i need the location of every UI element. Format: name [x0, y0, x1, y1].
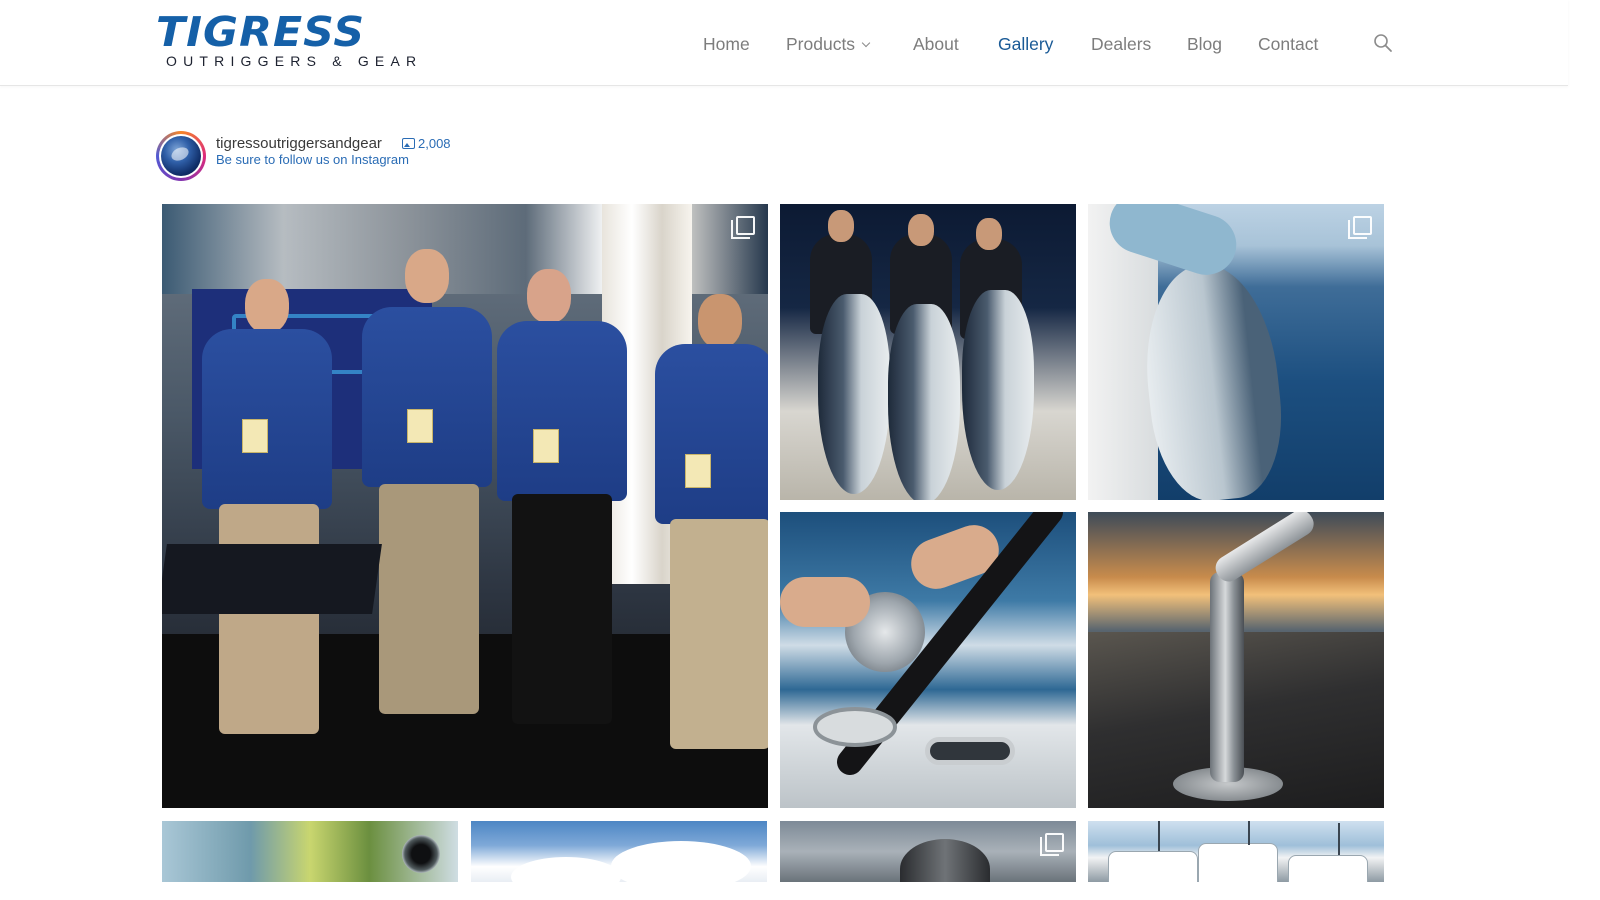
nav-gallery[interactable]: Gallery: [998, 32, 1053, 56]
avatar[interactable]: [156, 131, 206, 181]
tile-image-dome: [900, 839, 990, 882]
tile-image-tip: [1211, 512, 1319, 587]
gallery-tile-marlin[interactable]: [1088, 204, 1384, 500]
carousel-icon: [731, 216, 755, 240]
tile-fish: [818, 294, 890, 494]
gallery-tile-tuna[interactable]: [780, 204, 1076, 500]
nav-products-label: Products: [786, 34, 856, 54]
site-header: TIGRESS OUTRIGGERS & GEAR Home Products …: [0, 0, 1568, 86]
tile-face: [828, 210, 854, 242]
post-count: 2,008: [402, 136, 451, 152]
tile-image-rod: [813, 512, 1063, 775]
tile-face: [976, 218, 1002, 250]
tile-image-boat: [1288, 855, 1368, 882]
tile-image-mast: [1248, 821, 1250, 845]
nav-home[interactable]: Home: [703, 32, 750, 56]
tile-image-table: [162, 544, 382, 614]
tile-image-cloud: [511, 857, 621, 882]
gallery-tile-rod-holder[interactable]: [780, 512, 1076, 808]
gallery-tile-sunset-deck[interactable]: [1088, 512, 1384, 808]
follow-link[interactable]: Be sure to follow us on Instagram: [216, 152, 409, 168]
gallery-tile-sky[interactable]: [471, 821, 767, 882]
tile-face: [908, 214, 934, 246]
nav-dealers[interactable]: Dealers: [1091, 32, 1151, 56]
tile-image-mast: [1158, 821, 1160, 851]
tile-image-boat: [1198, 843, 1278, 882]
tile-fish: [888, 304, 960, 500]
nav-contact[interactable]: Contact: [1258, 32, 1318, 56]
nav-products[interactable]: Products: [786, 32, 871, 56]
instagram-username[interactable]: tigressoutriggersandgear: [216, 135, 382, 153]
logo-wordmark: TIGRESS: [156, 8, 366, 56]
tile-image-cloud: [611, 841, 751, 882]
site-logo[interactable]: TIGRESS OUTRIGGERS & GEAR: [156, 12, 432, 70]
tile-image-eye: [402, 835, 440, 873]
tile-image-marlin: [1136, 257, 1290, 500]
gallery-tile-mahi[interactable]: [162, 821, 458, 882]
gallery-tile-outrigger-base[interactable]: [780, 821, 1076, 882]
tile-image-boat: [1108, 851, 1198, 882]
gallery-tile-trade-show[interactable]: [162, 204, 768, 808]
avatar-image: [161, 136, 201, 176]
carousel-icon: [1348, 216, 1372, 240]
search-icon[interactable]: [1373, 33, 1393, 53]
carousel-icon: [1040, 833, 1064, 857]
tile-fish: [962, 290, 1034, 490]
logo-tagline: OUTRIGGERS & GEAR: [166, 53, 423, 69]
nav-about[interactable]: About: [913, 32, 959, 56]
gallery-tile-marina[interactable]: [1088, 821, 1384, 882]
tile-image-cleat: [925, 737, 1015, 765]
post-count-value: 2,008: [418, 136, 451, 151]
tile-image-post: [1210, 572, 1244, 782]
chevron-down-icon: [861, 38, 871, 48]
nav-blog[interactable]: Blog: [1187, 32, 1222, 56]
tile-image-mast: [1338, 823, 1340, 855]
photo-icon: [402, 138, 415, 149]
